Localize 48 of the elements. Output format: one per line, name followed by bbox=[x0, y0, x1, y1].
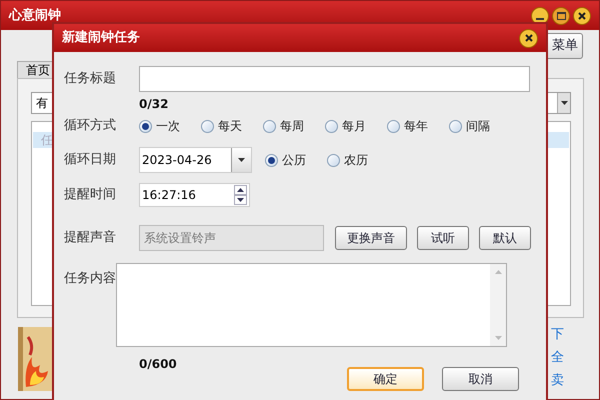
field-label: 任务内容 bbox=[64, 271, 116, 286]
radio-label: 每天 bbox=[218, 118, 242, 135]
dialog-button[interactable]: 取消 bbox=[442, 367, 519, 391]
radio-label: 公历 bbox=[282, 152, 306, 169]
radio-label: 每年 bbox=[404, 118, 428, 135]
radio-button[interactable] bbox=[139, 120, 152, 132]
maximize-icon[interactable] bbox=[552, 6, 570, 24]
dialog-button[interactable]: 更换声音 bbox=[335, 226, 407, 250]
dialog-button[interactable]: 默认 bbox=[479, 226, 531, 250]
close-icon[interactable] bbox=[573, 6, 591, 24]
radio-button[interactable] bbox=[327, 154, 340, 166]
radio-label: 一次 bbox=[156, 118, 180, 135]
dialog-button[interactable]: 试听 bbox=[417, 226, 469, 250]
time-field[interactable]: 16:27:16 bbox=[139, 183, 250, 207]
radio-label: 每周 bbox=[280, 118, 304, 135]
field-label: 任务标题 bbox=[64, 70, 117, 88]
caret-icon[interactable] bbox=[238, 158, 245, 162]
dropdown-button[interactable] bbox=[557, 93, 570, 113]
radio-label: 农历 bbox=[344, 152, 368, 169]
character-counter: 0/600 bbox=[139, 356, 178, 373]
link[interactable]: 全 bbox=[551, 349, 564, 367]
radio-button[interactable] bbox=[263, 120, 276, 132]
dropdown-button[interactable] bbox=[231, 148, 251, 172]
field-label: 循环日期 bbox=[64, 151, 117, 170]
sound-field: 系统设置铃声 bbox=[139, 225, 324, 251]
radio-label: 间隔 bbox=[466, 118, 490, 135]
spin-up-button[interactable] bbox=[234, 185, 247, 195]
caret-icon[interactable] bbox=[560, 101, 568, 105]
input-field[interactable] bbox=[139, 66, 530, 92]
radio-button[interactable] bbox=[325, 120, 338, 132]
close-icon[interactable] bbox=[519, 28, 538, 48]
radio-label: 每月 bbox=[342, 118, 366, 135]
field-label: 提醒时间 bbox=[64, 186, 117, 204]
radio-button[interactable] bbox=[265, 154, 278, 166]
radio-button[interactable] bbox=[449, 120, 462, 132]
link[interactable]: 卖 bbox=[551, 372, 564, 390]
minimize-icon[interactable] bbox=[531, 6, 549, 24]
radio-button[interactable] bbox=[201, 120, 214, 132]
field-label: 循环方式 bbox=[64, 117, 117, 136]
date-field[interactable]: 2023-04-26 bbox=[139, 147, 252, 173]
dialog-title: 新建闹钟任务 bbox=[62, 28, 140, 48]
radio-button[interactable] bbox=[387, 120, 400, 132]
character-counter: 0/32 bbox=[139, 96, 170, 113]
spin-down-button[interactable] bbox=[234, 195, 247, 205]
field-label: 提醒声音 bbox=[64, 229, 117, 248]
link[interactable]: 下 bbox=[551, 326, 564, 344]
dialog-button[interactable]: 确定 bbox=[347, 367, 424, 391]
window-title: 心意闹钟 bbox=[9, 6, 61, 25]
